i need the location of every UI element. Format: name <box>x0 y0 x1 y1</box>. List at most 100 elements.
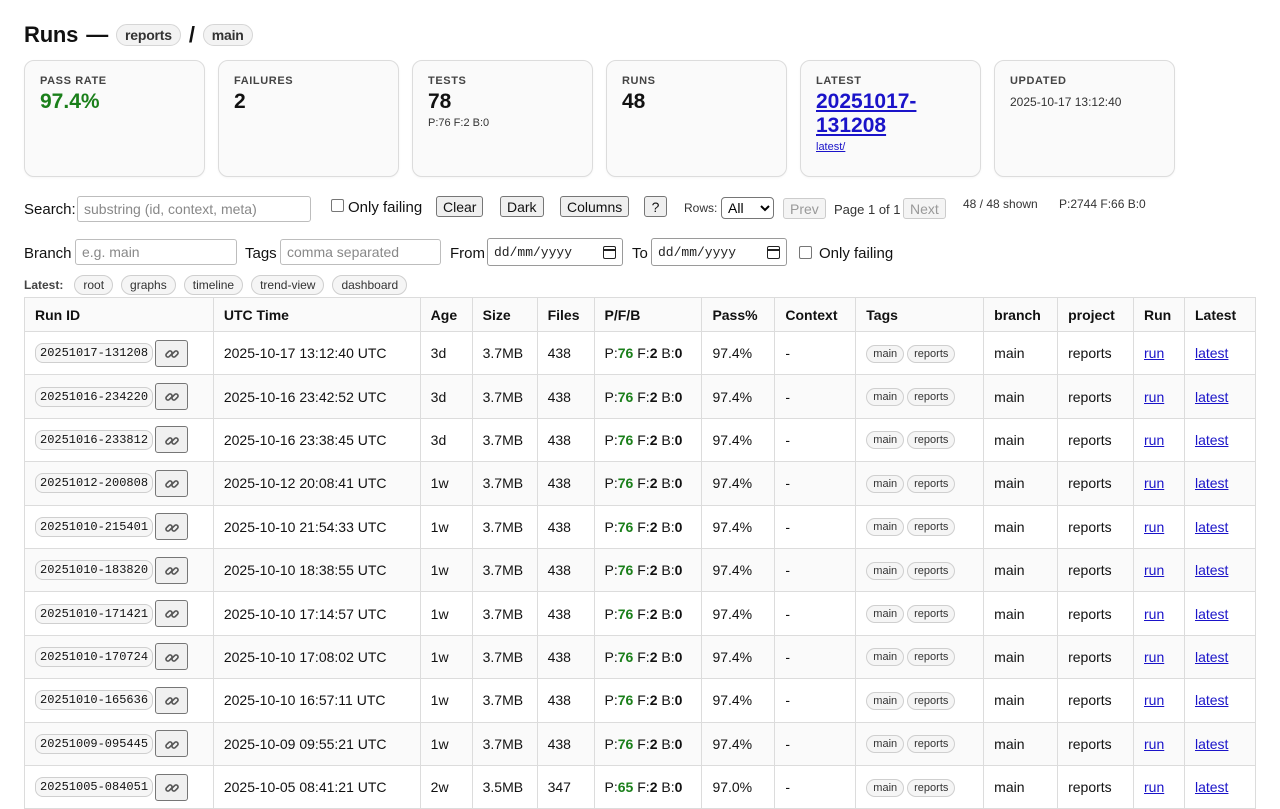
latest-link[interactable]: latest <box>1195 475 1228 491</box>
copy-link-button[interactable] <box>155 339 189 367</box>
tag-chip[interactable]: main <box>866 474 905 493</box>
latest-link[interactable]: latest <box>1195 562 1228 578</box>
run-link[interactable]: run <box>1144 736 1164 752</box>
copy-link-button[interactable] <box>155 600 189 628</box>
column-header[interactable]: project <box>1057 297 1135 332</box>
run-link[interactable]: run <box>1144 432 1164 448</box>
latest-link[interactable]: latest <box>1195 692 1228 708</box>
latest-link-dashboard[interactable]: dashboard <box>332 275 408 295</box>
filter-toolbar: Branch Tags From dd/mm/yyyy To dd/mm/yyy… <box>24 238 1264 266</box>
latest-link-trend-view[interactable]: trend-view <box>251 275 325 295</box>
copy-link-button[interactable] <box>155 469 189 497</box>
help-button[interactable]: ? <box>644 196 667 217</box>
column-header[interactable]: Tags <box>855 297 985 332</box>
latest-link-timeline[interactable]: timeline <box>183 275 244 295</box>
column-header[interactable]: Age <box>419 297 473 332</box>
copy-link-button[interactable] <box>155 426 189 454</box>
latest-link[interactable]: latest <box>1195 519 1228 535</box>
tag-chip[interactable]: reports <box>907 518 956 537</box>
tag-chip[interactable]: main <box>866 648 905 667</box>
run-link[interactable]: run <box>1144 519 1164 535</box>
column-header[interactable]: P/F/B <box>593 297 703 332</box>
latest-link-root[interactable]: root <box>74 275 114 295</box>
run-link[interactable]: run <box>1144 562 1164 578</box>
tag-chip[interactable]: main <box>866 431 905 450</box>
to-date-input[interactable]: dd/mm/yyyy <box>651 238 787 266</box>
latest-link[interactable]: latest <box>1195 779 1228 795</box>
cell-age: 3d <box>419 417 473 463</box>
column-header[interactable]: Files <box>536 297 595 332</box>
tag-chip[interactable]: reports <box>907 561 956 580</box>
column-header[interactable]: Pass% <box>701 297 776 332</box>
tag-chip[interactable]: main <box>866 691 905 710</box>
tag-chip[interactable]: main <box>866 561 905 580</box>
tag-chip[interactable]: reports <box>907 778 956 797</box>
run-link[interactable]: run <box>1144 606 1164 622</box>
clear-button[interactable]: Clear <box>436 196 484 217</box>
column-header[interactable]: Run <box>1133 297 1185 332</box>
latest-link[interactable]: latest <box>1195 345 1228 361</box>
column-header[interactable]: branch <box>983 297 1059 332</box>
tag-chip[interactable]: reports <box>907 431 956 450</box>
copy-link-button[interactable] <box>155 730 189 758</box>
column-header[interactable]: Context <box>774 297 857 332</box>
dark-button[interactable]: Dark <box>500 196 544 217</box>
tag-chip[interactable]: main <box>866 388 905 407</box>
latest-link[interactable]: latest <box>1195 432 1228 448</box>
tag-chip[interactable]: reports <box>907 605 956 624</box>
cell-latest: latest <box>1183 634 1257 680</box>
run-link[interactable]: run <box>1144 475 1164 491</box>
latest-link-graphs[interactable]: graphs <box>121 275 176 295</box>
latest-dir-link[interactable]: latest/ <box>816 141 845 153</box>
branch-input[interactable] <box>75 239 237 265</box>
calendar-icon[interactable] <box>603 245 616 259</box>
column-header[interactable]: Size <box>471 297 538 332</box>
run-link[interactable]: run <box>1144 389 1164 405</box>
latest-link[interactable]: latest <box>1195 736 1228 752</box>
rows-select[interactable]: All <box>721 197 774 219</box>
tag-chip[interactable]: main <box>866 778 905 797</box>
calendar-icon[interactable] <box>767 245 780 259</box>
copy-link-button[interactable] <box>155 686 189 714</box>
cell-size: 3.7MB <box>471 721 538 766</box>
filter-only-failing-checkbox[interactable] <box>799 246 812 259</box>
column-header[interactable]: UTC Time <box>212 297 421 332</box>
tag-chip[interactable]: reports <box>907 691 956 710</box>
only-failing-checkbox[interactable] <box>331 199 344 212</box>
run-link[interactable]: run <box>1144 692 1164 708</box>
search-input[interactable] <box>77 196 311 222</box>
column-header[interactable]: Latest <box>1183 297 1257 332</box>
tags-input[interactable] <box>280 239 441 265</box>
copy-link-button[interactable] <box>155 773 189 801</box>
copy-link-button[interactable] <box>155 556 189 584</box>
tag-chip[interactable]: main <box>866 735 905 754</box>
tag-chip[interactable]: reports <box>907 648 956 667</box>
from-date-input[interactable]: dd/mm/yyyy <box>487 238 623 266</box>
latest-link[interactable]: latest <box>1195 606 1228 622</box>
tag-chip[interactable]: main <box>866 344 905 363</box>
card-label: PASS RATE <box>40 75 107 87</box>
latest-run-link[interactable]: 20251017-131208 <box>816 90 916 137</box>
latest-link[interactable]: latest <box>1195 649 1228 665</box>
tag-chip[interactable]: reports <box>907 735 956 754</box>
copy-link-button[interactable] <box>155 383 189 411</box>
to-label: To <box>632 245 648 262</box>
run-link[interactable]: run <box>1144 779 1164 795</box>
tag-chip[interactable]: reports <box>907 344 956 363</box>
prev-button[interactable]: Prev <box>783 198 826 219</box>
tag-chip[interactable]: reports <box>907 388 956 407</box>
copy-link-button[interactable] <box>155 513 189 541</box>
column-header[interactable]: Run ID <box>24 297 214 332</box>
cell-files: 438 <box>536 374 595 419</box>
latest-link[interactable]: latest <box>1195 389 1228 405</box>
run-link[interactable]: run <box>1144 345 1164 361</box>
tag-chip[interactable]: main <box>866 518 905 537</box>
cell-files: 347 <box>536 764 595 809</box>
tag-chip[interactable]: main <box>866 605 905 624</box>
next-button[interactable]: Next <box>903 198 946 219</box>
tag-chip[interactable]: reports <box>907 474 956 493</box>
cell-run-id: 20251010-215401 <box>24 504 214 549</box>
run-link[interactable]: run <box>1144 649 1164 665</box>
copy-link-button[interactable] <box>155 643 189 671</box>
columns-button[interactable]: Columns <box>560 196 630 217</box>
